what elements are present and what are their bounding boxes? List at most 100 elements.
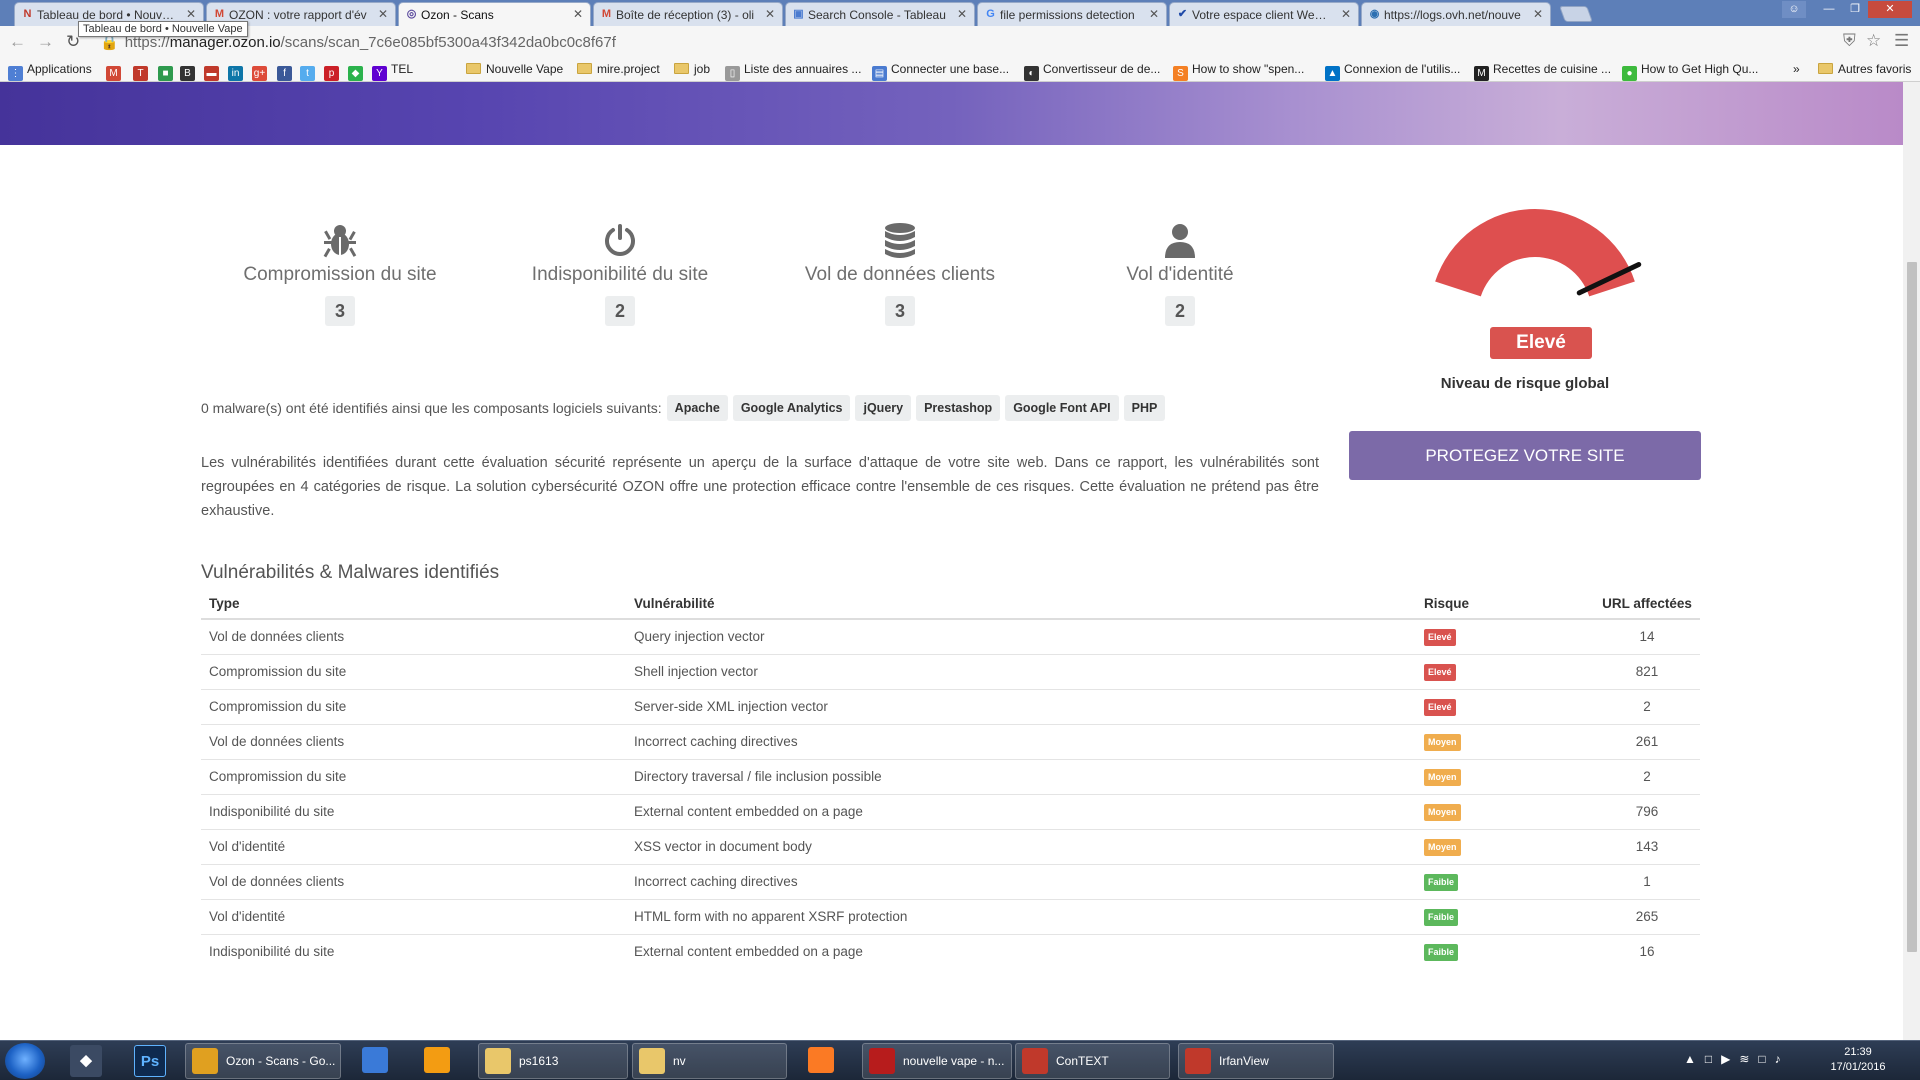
bookmark-8[interactable]: f xyxy=(277,62,296,81)
tab-5[interactable]: Gfile permissions detection ✕ xyxy=(977,2,1167,26)
tab-close-icon[interactable]: ✕ xyxy=(765,7,775,21)
windows-start-icon[interactable] xyxy=(5,1043,45,1079)
back-arrow-icon[interactable]: ← xyxy=(9,32,26,52)
app-switch-icon[interactable]: ◆ xyxy=(70,1045,102,1077)
bookmark-15[interactable]: job xyxy=(674,62,710,76)
cell-risk: Elevé xyxy=(1416,653,1586,689)
taskbar-button-6[interactable]: nouvelle vape - n... xyxy=(862,1043,1012,1079)
scrollbar-thumb[interactable] xyxy=(1907,262,1917,952)
cell-risk: Faible xyxy=(1416,898,1586,934)
url-path: /scans/scan_7c6e085bf5300a43f342da0bc0c8… xyxy=(280,34,616,51)
tab-close-icon[interactable]: ✕ xyxy=(1341,7,1351,21)
tab-close-icon[interactable]: ✕ xyxy=(573,7,583,21)
bookmark-21[interactable]: M Recettes de cuisine ... xyxy=(1474,62,1611,81)
tab-close-icon[interactable]: ✕ xyxy=(186,7,196,21)
tab-7[interactable]: ◉ https://logs.ovh.net/nouve ✕ xyxy=(1361,2,1551,26)
bookmark-19[interactable]: S How to show "spen... xyxy=(1173,62,1304,81)
gmail-icon: M xyxy=(214,8,225,20)
tab-close-icon[interactable]: ✕ xyxy=(1533,7,1543,21)
tab-2[interactable]: ◎ Ozon - Scans ✕ xyxy=(398,2,591,26)
tab-close-icon[interactable]: ✕ xyxy=(378,7,388,21)
tab-3[interactable]: M Boîte de réception (3) - oli ✕ xyxy=(593,2,783,26)
bookmark-9[interactable]: t xyxy=(300,62,319,81)
bookmark-5[interactable]: ▬ xyxy=(204,62,223,81)
bookmark-0[interactable]: ⋮ Applications xyxy=(8,62,92,81)
bookmark-10[interactable]: p xyxy=(324,62,343,81)
taskbar-button-0[interactable]: Ozon - Scans - Go... xyxy=(185,1043,341,1079)
taskbar-button-4[interactable]: nv xyxy=(632,1043,787,1079)
risk-badge: Moyen xyxy=(1424,768,1461,786)
taskbar-button-7[interactable]: ConTEXT xyxy=(1015,1043,1170,1079)
cell-risk: Faible xyxy=(1416,863,1586,899)
bookmark-7[interactable]: g+ xyxy=(252,62,271,81)
bookmark-4[interactable]: B xyxy=(180,62,199,81)
tab-title: file permissions detection xyxy=(1000,8,1135,22)
risk-badge: Elevé xyxy=(1424,698,1456,716)
menu-icon[interactable]: ☰ xyxy=(1894,31,1909,51)
context-icon xyxy=(1022,1048,1048,1074)
taskbar-button-3[interactable]: ps1613 xyxy=(478,1043,628,1079)
cell-type: Vol de données clients xyxy=(201,618,626,654)
cell-type: Vol d'identité xyxy=(201,898,626,934)
bookmarks-more-button[interactable]: » xyxy=(1793,62,1800,76)
bookmark-star-icon[interactable]: ☆ xyxy=(1866,31,1881,51)
protect-site-button[interactable]: PROTEGEZ VOTRE SITE xyxy=(1349,431,1701,480)
risk-level-caption: Niveau de risque global xyxy=(1440,375,1610,392)
page-scrollbar[interactable] xyxy=(1903,82,1920,1040)
bookmark-3[interactable]: ■ xyxy=(158,62,177,81)
malware-summary: 0 malware(s) ont été identifiés ainsi qu… xyxy=(201,395,1166,421)
shield-extension-icon[interactable]: ⛨ xyxy=(1843,31,1856,51)
other-bookmarks[interactable]: Autres favoris xyxy=(1818,62,1911,76)
tab-4[interactable]: ▣ Search Console - Tableau ✕ xyxy=(785,2,975,26)
maximize-button[interactable]: ❐ xyxy=(1842,1,1868,18)
cell-url-count: 1 xyxy=(1586,863,1700,899)
cell-url-count: 796 xyxy=(1586,793,1700,829)
url-bar[interactable]: 🔒 https://manager.ozon.io/scans/scan_7c6e… xyxy=(100,31,1840,53)
bookmark-12[interactable]: Y TEL xyxy=(372,62,413,81)
bookmark-22[interactable]: ● How to Get High Qu... xyxy=(1622,62,1758,81)
bookmark-1[interactable]: M xyxy=(106,62,125,81)
cell-vulnerability: Directory traversal / file inclusion pos… xyxy=(626,758,1416,794)
forward-arrow-icon[interactable]: → xyxy=(37,32,54,52)
tab-close-icon[interactable]: ✕ xyxy=(957,7,967,21)
bookmark-14[interactable]: mire.project xyxy=(577,62,660,76)
tab-6[interactable]: ✔ Votre espace client Web C ✕ xyxy=(1169,2,1359,26)
taskbar-clock[interactable]: 21:39 17/01/2016 xyxy=(1823,1045,1893,1075)
close-window-button[interactable]: ✕ xyxy=(1868,1,1912,18)
col-header-vulnerability: Vulnérabilité xyxy=(626,588,1416,620)
bookmark-11[interactable]: ◆ xyxy=(348,62,367,81)
table-row: Indisponibilité du site External content … xyxy=(201,793,1700,829)
minimize-button[interactable]: — xyxy=(1816,1,1842,18)
folder-icon xyxy=(577,63,592,74)
photoshop-icon[interactable]: Ps xyxy=(134,1045,166,1077)
taskbar-button-5[interactable] xyxy=(802,1043,844,1079)
cell-risk: Faible xyxy=(1416,933,1586,969)
category-count: 2 xyxy=(605,296,635,326)
cell-url-count: 821 xyxy=(1586,653,1700,689)
new-tab-button[interactable] xyxy=(1559,6,1593,22)
bookmark-13[interactable]: Nouvelle Vape xyxy=(466,62,563,76)
taskbar-button-8[interactable]: IrfanView xyxy=(1178,1043,1334,1079)
bookmark-6[interactable]: in xyxy=(228,62,247,81)
user-profile-icon[interactable]: ☺ xyxy=(1782,1,1806,18)
power-icon xyxy=(480,222,760,262)
taskbar-button-2[interactable] xyxy=(418,1043,458,1079)
cell-risk: Moyen xyxy=(1416,723,1586,759)
bookmark-label: How to show "spen... xyxy=(1192,62,1305,76)
user-icon xyxy=(1040,222,1320,262)
tab-close-icon[interactable]: ✕ xyxy=(1149,7,1159,21)
cell-vulnerability: External content embedded on a page xyxy=(626,933,1416,969)
bookmark-2[interactable]: T xyxy=(133,62,152,81)
category-label: Compromission du site xyxy=(243,264,437,285)
bookmark-18[interactable]: ◐ Convertisseur de de... xyxy=(1024,62,1160,81)
bookmark-20[interactable]: ▲ Connexion de l'utilis... xyxy=(1325,62,1460,81)
bookmark-16[interactable]: ▯ Liste des annuaires ... xyxy=(725,62,861,81)
stack-icon: S xyxy=(1173,66,1188,81)
irfanview-icon xyxy=(1185,1048,1211,1074)
bookmark-17[interactable]: ▤ Connecter une base... xyxy=(872,62,1009,81)
green-circle-icon: ● xyxy=(1622,66,1637,81)
clock-date: 17/01/2016 xyxy=(1830,1061,1886,1073)
taskbar-button-1[interactable] xyxy=(356,1043,396,1079)
taskbar-button-label: Ozon - Scans - Go... xyxy=(226,1054,336,1068)
bookmark-label: Recettes de cuisine ... xyxy=(1493,62,1612,76)
